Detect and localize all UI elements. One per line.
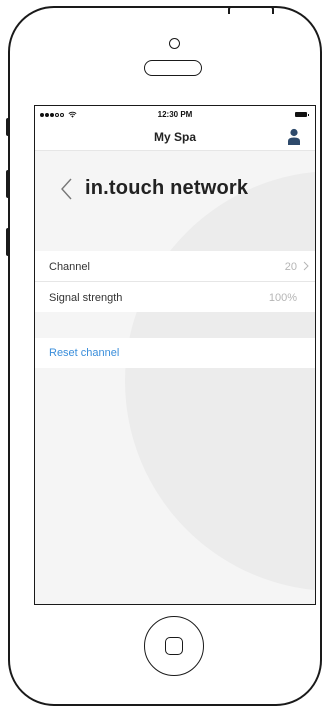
device-screen: 12:30 PM My Spa in.touch network Channel… [34, 105, 316, 605]
earpiece-speaker [144, 60, 202, 76]
settings-list: Channel 20 Signal strength 100% [35, 251, 315, 312]
status-time: 12:30 PM [157, 110, 193, 119]
app-nav-bar: My Spa [35, 126, 315, 151]
signal-strength-value: 100% [268, 292, 297, 304]
user-icon[interactable] [287, 128, 301, 146]
page-title: in.touch network [85, 177, 249, 199]
mute-switch [6, 118, 10, 136]
channel-label: Channel [49, 261, 90, 273]
volume-up-button [6, 170, 10, 198]
home-square-icon [165, 637, 183, 655]
chevron-left-icon[interactable] [59, 177, 75, 201]
reset-channel-row[interactable]: Reset channel [35, 338, 315, 368]
status-bar: 12:30 PM [35, 106, 315, 126]
power-button [228, 6, 274, 14]
home-button[interactable] [144, 616, 204, 676]
signal-strength-row: Signal strength 100% [35, 282, 315, 312]
page-header: in.touch network [35, 151, 315, 251]
channel-value: 20 [284, 261, 297, 273]
signal-strength-label: Signal strength [49, 292, 123, 304]
channel-row[interactable]: Channel 20 [35, 251, 315, 282]
reset-channel-link[interactable]: Reset channel [49, 347, 119, 359]
front-camera [169, 38, 180, 49]
volume-down-button [6, 228, 10, 256]
battery-icon [295, 112, 309, 117]
app-title: My Spa [153, 130, 196, 144]
chevron-right-icon [303, 261, 309, 271]
content-area: in.touch network Channel 20 Signal stren… [35, 151, 315, 604]
